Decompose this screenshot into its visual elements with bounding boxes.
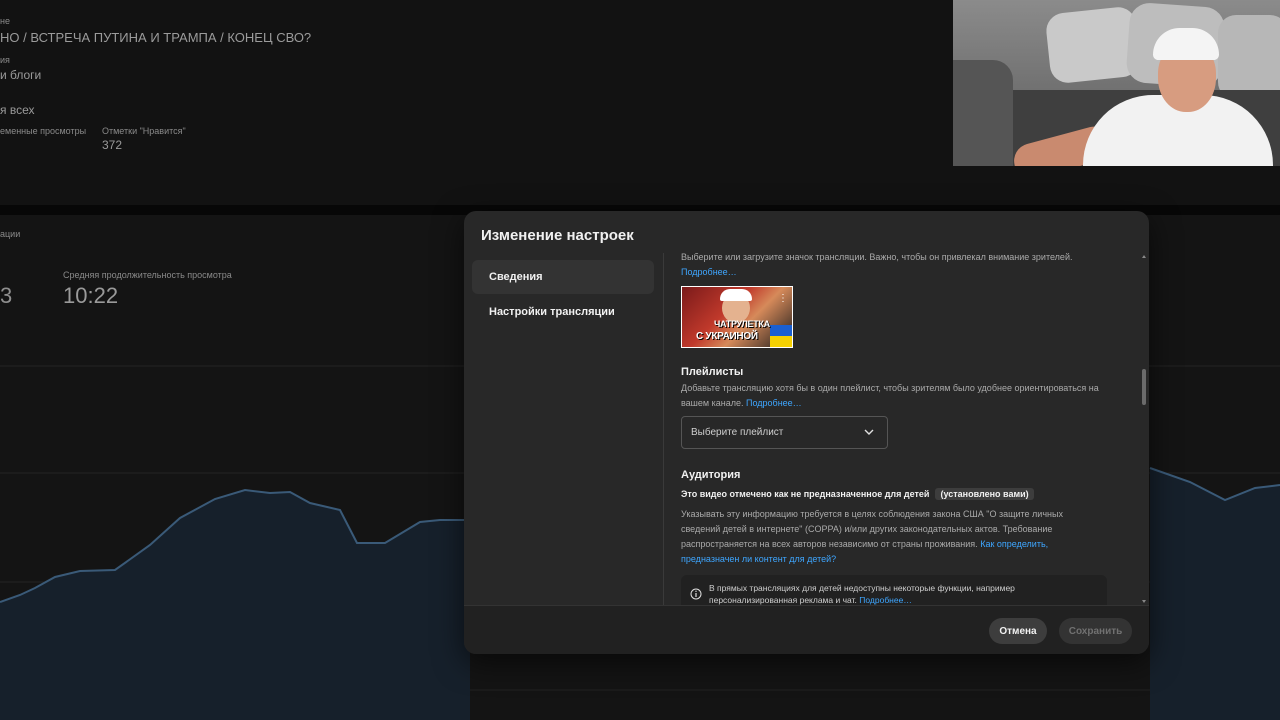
nav-item-stream-settings[interactable]: Настройки трансляции	[472, 295, 654, 329]
video-title: НО / ВСТРЕЧА ПУТИНА И ТРАМПА / КОНЕЦ СВО…	[0, 30, 312, 45]
pillow	[1218, 15, 1280, 100]
chart-area	[0, 490, 470, 720]
cancel-button[interactable]: Отмена	[989, 618, 1047, 644]
audience-description: Указывать эту информацию требуется в цел…	[681, 507, 1081, 567]
kids-notice-more-link[interactable]: Подробнее…	[859, 595, 912, 605]
scroll-down-icon[interactable]	[1142, 600, 1146, 603]
details-content: Выберите или загрузите значок трансляции…	[663, 253, 1149, 605]
avg-watch-value: 10:22	[63, 283, 119, 308]
thumbnail-text: С УКРАИНОЙ	[696, 331, 758, 342]
thumbnail-description: Выберите или загрузите значок трансляции…	[681, 253, 1073, 262]
audience-status-text: Это видео отмечено как не предназначенно…	[681, 489, 930, 499]
scrollbar-thumb[interactable]	[1142, 369, 1146, 405]
more-vert-icon: ⋮	[778, 293, 788, 304]
thumbnail-flag	[770, 325, 792, 347]
audience-heading: Аудитория	[681, 469, 741, 481]
audience-status: Это видео отмечено как не предназначенно…	[681, 488, 1034, 500]
chevron-down-icon	[864, 429, 874, 435]
dialog-footer: Отмена Сохранить	[464, 605, 1149, 654]
likes-label: Отметки "Нравится"	[102, 126, 186, 136]
category-value: и блоги	[0, 68, 42, 82]
edit-settings-dialog: Изменение настроек Сведения Настройки тр…	[464, 211, 1149, 654]
nav-item-label: Сведения	[489, 271, 543, 283]
category-label: ия	[0, 55, 10, 65]
playlist-select-placeholder: Выберите плейлист	[691, 427, 784, 438]
webcam-overlay	[953, 0, 1280, 166]
kids-notice: В прямых трансляциях для детей недоступн…	[681, 575, 1107, 605]
playlist-select[interactable]: Выберите плейлист	[681, 416, 888, 449]
thumbnail-more-link[interactable]: Подробнее…	[681, 265, 737, 280]
kids-notice-text: В прямых трансляциях для детей недоступн…	[709, 582, 1059, 605]
status-badge: (установлено вами)	[935, 488, 1034, 500]
visibility-value: я всех	[0, 103, 35, 117]
thumbnail-text: ЧАТРУЛЕТКА	[714, 319, 770, 329]
info-icon	[690, 588, 702, 600]
avg-watch-label: Средняя продолжительность просмотра	[63, 270, 232, 280]
playlists-description-text: Добавьте трансляцию хотя бы в один плейл…	[681, 383, 1099, 408]
playlists-description: Добавьте трансляцию хотя бы в один плейл…	[681, 381, 1113, 411]
sofa-arm	[953, 60, 1013, 166]
playlists-more-link[interactable]: Подробнее…	[746, 398, 802, 408]
scroll-up-icon[interactable]	[1142, 255, 1146, 258]
likes-value: 372	[102, 138, 123, 152]
metric-value-partial: 3	[0, 283, 13, 308]
analytics-label: ации	[0, 229, 21, 239]
title-label: не	[0, 16, 10, 26]
concurrent-views-label: еменные просмотры	[0, 126, 87, 136]
scrollbar[interactable]	[1139, 253, 1149, 605]
nav-item-details[interactable]: Сведения	[472, 260, 654, 294]
save-button[interactable]: Сохранить	[1059, 618, 1132, 644]
nav-item-label: Настройки трансляции	[489, 306, 615, 318]
chart-area-right	[1150, 468, 1280, 720]
playlists-heading: Плейлисты	[681, 366, 744, 378]
thumbnail-cap	[720, 289, 752, 301]
thumbnail-preview[interactable]: ⋮ ЧАТРУЛЕТКА С УКРАИНОЙ	[681, 286, 793, 348]
dialog-title: Изменение настроек	[481, 227, 634, 244]
